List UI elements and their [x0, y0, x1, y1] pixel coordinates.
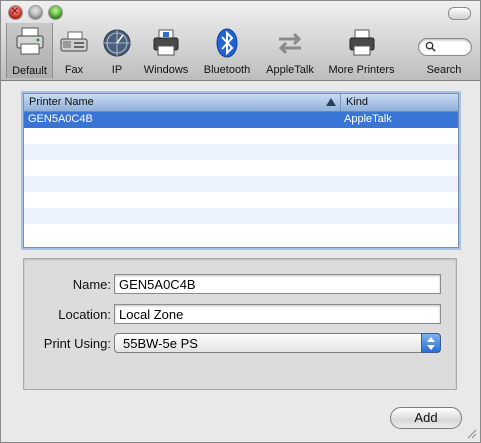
printer-name-cell: GEN5A0C4B [28, 113, 93, 125]
empty-row [24, 176, 458, 192]
column-header-label: Kind [346, 96, 369, 108]
empty-row [24, 224, 458, 240]
toolbar-ip-label: IP [111, 64, 123, 76]
location-field[interactable]: Local Zone [114, 304, 441, 324]
minimize-window-button[interactable] [29, 6, 42, 19]
add-printer-window: Default Fax IP [0, 0, 481, 443]
close-window-button[interactable] [9, 3, 22, 19]
toolbar-more-printers[interactable]: More Printers [324, 25, 399, 77]
toolbar-windows-label: Windows [143, 64, 189, 76]
printer-kind-cell: AppleTalk [344, 113, 392, 125]
column-header-label: Printer Name [29, 96, 94, 108]
toolbar-fax-label: Fax [64, 64, 84, 76]
column-header-kind[interactable]: Kind [341, 94, 458, 111]
empty-row [24, 192, 458, 208]
empty-row [24, 128, 458, 144]
globe-icon [103, 29, 131, 57]
print-using-value: 55BW-5e PS [123, 336, 198, 351]
windows-printer-icon [153, 29, 179, 56]
toolbar-default-label: Default [12, 65, 47, 77]
toolbar-appletalk[interactable]: AppleTalk [260, 25, 320, 77]
printer-list[interactable]: Printer Name Kind GEN5A0C4B AppleTalk [23, 93, 459, 248]
popup-arrows-icon [421, 333, 441, 353]
toolbar: Default Fax IP [1, 1, 480, 81]
toolbar-more-printers-label: More Printers [328, 64, 395, 76]
location-label: Location: [58, 307, 111, 322]
toolbar-search-label: Search [426, 64, 462, 76]
toolbar-search: Search [421, 25, 467, 77]
empty-row [24, 160, 458, 176]
toolbar-bluetooth-label: Bluetooth [203, 64, 251, 76]
toolbar-fax[interactable]: Fax [56, 25, 92, 77]
toolbar-bluetooth[interactable]: Bluetooth [199, 25, 255, 77]
toolbar-toggle-button[interactable] [448, 7, 471, 20]
empty-row [24, 144, 458, 160]
fax-icon [60, 31, 88, 52]
list-header: Printer Name Kind [24, 94, 458, 112]
add-button[interactable]: Add [390, 407, 462, 429]
name-field[interactable]: GEN5A0C4B [114, 274, 441, 294]
column-header-printer-name[interactable]: Printer Name [24, 94, 341, 111]
zoom-window-button[interactable] [49, 6, 62, 19]
toolbar-windows[interactable]: Windows [141, 25, 191, 77]
name-label: Name: [72, 277, 111, 292]
toolbar-ip[interactable]: IP [100, 25, 134, 77]
appletalk-icon [278, 32, 302, 55]
empty-row [24, 208, 458, 224]
toolbar-appletalk-label: AppleTalk [266, 64, 314, 76]
printer-icon [349, 29, 374, 56]
bluetooth-icon [216, 28, 238, 58]
sort-ascending-icon [326, 98, 336, 106]
resize-grip-icon[interactable] [466, 428, 477, 439]
print-using-select[interactable]: 55BW-5e PS [114, 333, 441, 353]
print-using-label: Print Using: [43, 336, 111, 351]
toolbar-default[interactable]: Default [6, 23, 53, 78]
printer-icon [16, 27, 43, 55]
printer-row[interactable]: GEN5A0C4B AppleTalk [24, 112, 458, 128]
